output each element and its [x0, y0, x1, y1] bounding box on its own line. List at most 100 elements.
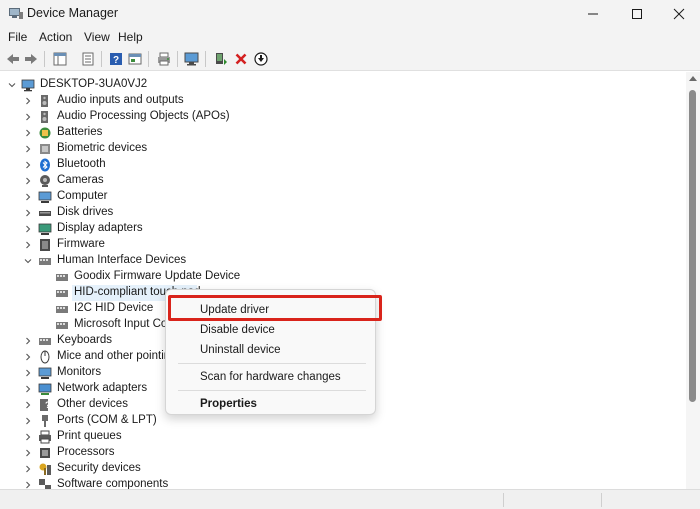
- tree-item-firmware[interactable]: Firmware: [0, 237, 300, 253]
- tree-item-mice[interactable]: Mice and other pointin: [0, 349, 165, 365]
- tree-item-label: Goodix Firmware Update Device: [74, 270, 241, 282]
- tree-item-disk-drives[interactable]: Disk drives: [0, 205, 300, 221]
- add-driver-icon: [216, 53, 227, 65]
- chevron-right-icon: [26, 385, 31, 393]
- close-button[interactable]: [656, 0, 700, 27]
- console-tree-button[interactable]: [51, 50, 69, 68]
- tree-item-i2c-hid[interactable]: I2C HID Device: [0, 301, 170, 317]
- computer-icon: [38, 191, 52, 203]
- chevron-down-icon: [8, 83, 16, 88]
- update-driver-highlight-box: [168, 295, 382, 321]
- chevron-right-icon: [26, 417, 31, 425]
- menu-disable-device[interactable]: Disable device: [200, 324, 275, 336]
- tree-item-computer[interactable]: Computer: [0, 189, 300, 205]
- chevron-right-icon: [26, 337, 31, 345]
- computer-icon: [21, 79, 35, 92]
- add-driver-button[interactable]: [212, 50, 230, 68]
- download-update-button[interactable]: [252, 50, 270, 68]
- tree-item-print-queues[interactable]: Print queues: [0, 429, 300, 445]
- back-button[interactable]: [4, 50, 22, 68]
- tree-item-hid[interactable]: Human Interface Devices: [0, 253, 300, 269]
- menu-action[interactable]: Action: [39, 30, 72, 44]
- menu-file[interactable]: File: [8, 30, 27, 44]
- print-toolbar-button[interactable]: [155, 50, 173, 68]
- properties-icon: [82, 52, 94, 66]
- menu-separator: [178, 390, 366, 391]
- tree-item-label: Print queues: [57, 430, 122, 442]
- tree-item-label: Audio Processing Objects (APOs): [57, 110, 230, 122]
- menu-view[interactable]: View: [84, 30, 110, 44]
- forward-button[interactable]: [22, 50, 40, 68]
- tree-item-label: Cameras: [57, 174, 104, 186]
- chevron-right-icon: [26, 145, 31, 153]
- tree-item-processors[interactable]: Processors: [0, 445, 300, 461]
- chevron-right-icon: [26, 465, 31, 473]
- help-toolbar-button[interactable]: ?: [107, 50, 125, 68]
- menu-bar: File Action View Help: [0, 27, 700, 47]
- tree-root[interactable]: DESKTOP-3UA0VJ2: [0, 77, 300, 93]
- chevron-right-icon: [26, 97, 31, 105]
- tree-item-security-devices[interactable]: Security devices: [0, 461, 300, 477]
- chevron-right-icon: [26, 225, 31, 233]
- hid-device-icon: [56, 274, 68, 281]
- tree-item-batteries[interactable]: Batteries: [0, 125, 300, 141]
- menu-properties[interactable]: Properties: [200, 398, 257, 410]
- chevron-right-icon: [26, 193, 31, 201]
- chevron-right-icon: [26, 129, 31, 137]
- tree-item-goodix[interactable]: Goodix Firmware Update Device: [0, 269, 300, 285]
- tree-item-ms-input[interactable]: Microsoft Input Cor: [0, 317, 165, 333]
- chevron-right-icon: [26, 113, 31, 121]
- hid-device-icon: [56, 290, 68, 297]
- tree-item-label: Software components: [57, 478, 169, 489]
- tree-item-audio-inputs[interactable]: Audio inputs and outputs: [0, 93, 300, 109]
- uninstall-button[interactable]: [232, 50, 250, 68]
- tree-item-label: I2C HID Device: [74, 302, 154, 314]
- tree-item-software-components[interactable]: Software components: [0, 477, 300, 489]
- scroll-up-arrow-icon[interactable]: [689, 76, 697, 81]
- properties-toolbar-button[interactable]: [79, 50, 97, 68]
- tree-item-biometric[interactable]: Biometric devices: [0, 141, 300, 157]
- bluetooth-icon: [40, 158, 50, 172]
- tree-item-label: Security devices: [57, 462, 141, 474]
- tree-item-apos[interactable]: Audio Processing Objects (APOs): [0, 109, 300, 125]
- minimize-icon: [588, 13, 598, 14]
- tree-item-label: Biometric devices: [57, 142, 148, 154]
- menu-help[interactable]: Help: [118, 30, 143, 44]
- display-adapter-icon: [38, 223, 52, 235]
- mouse-icon: [40, 350, 50, 364]
- printer-icon: [39, 430, 51, 444]
- tree-item-label: Mice and other pointin: [57, 350, 165, 362]
- scroll-thumb[interactable]: [689, 90, 696, 402]
- menu-scan-hardware[interactable]: Scan for hardware changes: [200, 371, 341, 383]
- port-icon: [42, 415, 48, 427]
- close-icon: [673, 8, 685, 19]
- scan-hardware-button[interactable]: [183, 50, 201, 68]
- tree-item-label: Network adapters: [57, 382, 148, 394]
- chevron-down-icon: [24, 259, 32, 264]
- maximize-icon: [632, 8, 642, 19]
- chevron-right-icon: [26, 449, 31, 457]
- chevron-right-icon: [26, 161, 31, 169]
- chevron-right-icon: [26, 369, 31, 377]
- show-hide-console-tree-icon: [53, 52, 67, 66]
- tree-item-cameras[interactable]: Cameras: [0, 173, 300, 189]
- minimize-button[interactable]: [570, 0, 616, 27]
- tree-item-label: Computer: [57, 190, 108, 202]
- network-adapter-icon: [38, 383, 52, 395]
- device-manager-icon: [9, 8, 23, 19]
- hid-icon: [39, 258, 51, 265]
- hid-device-icon: [56, 306, 68, 313]
- biometric-icon: [40, 144, 50, 154]
- vertical-scrollbar[interactable]: [686, 72, 700, 489]
- device-tree: DESKTOP-3UA0VJ2 Audio inputs and outputs…: [0, 72, 686, 489]
- tree-item-display-adapters[interactable]: Display adapters: [0, 221, 300, 237]
- maximize-button[interactable]: [614, 0, 660, 27]
- view-toolbar-button[interactable]: [126, 50, 144, 68]
- battery-icon: [39, 127, 51, 139]
- chevron-right-icon: [26, 177, 31, 185]
- tree-item-bluetooth[interactable]: Bluetooth: [0, 157, 300, 173]
- monitor-icon: [38, 367, 52, 379]
- menu-uninstall-device[interactable]: Uninstall device: [200, 344, 281, 356]
- tree-item-label: Audio inputs and outputs: [57, 94, 184, 106]
- tree-item-ports[interactable]: Ports (COM & LPT): [0, 413, 300, 429]
